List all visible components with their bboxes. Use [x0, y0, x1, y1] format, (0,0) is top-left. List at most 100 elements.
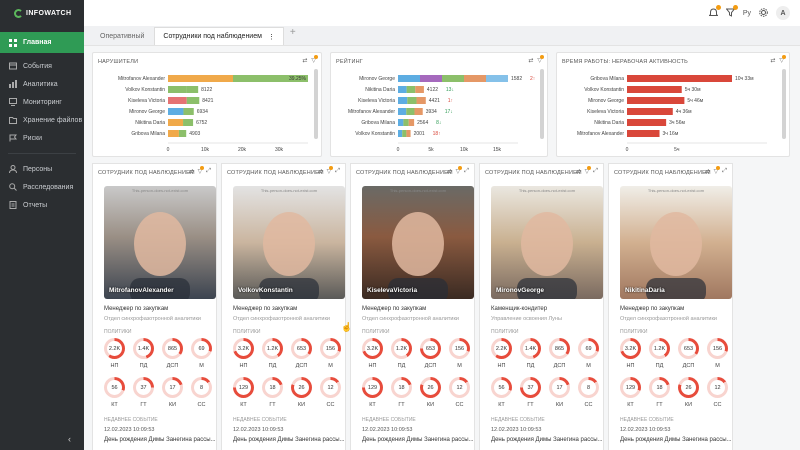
policy-ring[interactable]: 865: [162, 338, 183, 359]
employee-card[interactable]: СОТРУДНИК ПОД НАБЛЮДЕНИЕМ ⇄ ▽ ⤢ This-per…: [608, 163, 733, 450]
funnel-icon[interactable]: [725, 4, 738, 19]
policy-ring[interactable]: 1.4K: [520, 338, 541, 359]
policy-ring[interactable]: 8: [578, 377, 599, 398]
bar[interactable]: [627, 108, 673, 115]
employee-photo[interactable]: This-person-does-not-exist.com VolkovKon…: [233, 186, 345, 299]
bar[interactable]: [627, 86, 682, 93]
bar-segment[interactable]: [168, 97, 187, 104]
policy-ring[interactable]: 129: [233, 377, 254, 398]
bar-segment[interactable]: [416, 97, 426, 104]
policy-ring[interactable]: 17: [162, 377, 183, 398]
policy-ring[interactable]: 1.4K: [133, 338, 154, 359]
policy-ring[interactable]: 156: [320, 338, 341, 359]
recent-event-text[interactable]: День рождения Димы Занегина рассы...: [620, 437, 732, 443]
policy-ring[interactable]: 865: [549, 338, 570, 359]
policy-ring[interactable]: 26: [420, 377, 441, 398]
collapse-sidebar-button[interactable]: ‹: [68, 434, 71, 444]
policy-ring[interactable]: 2.2K: [104, 338, 125, 359]
policy-ring[interactable]: 17: [549, 377, 570, 398]
policy-ring[interactable]: 129: [620, 377, 641, 398]
recent-event-text[interactable]: День рождения Димы Занегина рассы...: [104, 437, 216, 443]
funnel-icon[interactable]: ▽: [198, 166, 205, 175]
expand-icon[interactable]: ⤢: [335, 168, 340, 175]
sidebar-item-home[interactable]: Главная: [0, 32, 84, 53]
policy-ring[interactable]: 18: [649, 377, 670, 398]
policy-ring[interactable]: 3.2K: [620, 338, 641, 359]
bar-segment[interactable]: [406, 86, 416, 93]
bar-segment[interactable]: [398, 130, 403, 137]
bar-segment[interactable]: [406, 108, 415, 115]
add-tab-button[interactable]: +: [286, 27, 300, 45]
employee-card[interactable]: СОТРУДНИК ПОД НАБЛЮДЕНИЕМ ⇄ ▽ ⤢ This-per…: [92, 163, 217, 450]
sidebar-item-persons[interactable]: Персоны: [0, 160, 84, 178]
bar-segment[interactable]: [398, 86, 407, 93]
policy-ring[interactable]: 1.2K: [649, 338, 670, 359]
expand-icon[interactable]: ⤢: [593, 168, 598, 175]
policy-ring[interactable]: 156: [449, 338, 470, 359]
policy-ring[interactable]: 26: [291, 377, 312, 398]
bar-segment[interactable]: [415, 86, 424, 93]
recent-event-text[interactable]: День рождения Димы Занегина рассы...: [362, 437, 474, 443]
policy-ring[interactable]: 8: [191, 377, 212, 398]
tab-menu-icon[interactable]: ⋮: [268, 33, 275, 41]
recent-event-text[interactable]: День рождения Димы Занегина рассы...: [491, 437, 603, 443]
policy-ring[interactable]: 69: [578, 338, 599, 359]
swap-icon[interactable]: ⇄: [189, 168, 194, 175]
bar-segment[interactable]: [398, 108, 407, 115]
sidebar-item-reports[interactable]: Отчеты: [0, 196, 84, 214]
sidebar-item-investigations[interactable]: Расследования: [0, 178, 84, 196]
swap-icon[interactable]: ⇄: [447, 168, 452, 175]
funnel-icon[interactable]: ▽: [327, 166, 334, 175]
employee-card[interactable]: СОТРУДНИК ПОД НАБЛЮДЕНИЕМ ⇄ ▽ ⤢ This-per…: [479, 163, 604, 450]
policy-ring[interactable]: 26: [678, 377, 699, 398]
policy-ring[interactable]: 3.2K: [233, 338, 254, 359]
policy-ring[interactable]: 56: [104, 377, 125, 398]
tab-operational[interactable]: Оперативный: [92, 27, 152, 45]
bar-segment[interactable]: [178, 130, 187, 137]
bar-segment[interactable]: [408, 119, 415, 126]
bar[interactable]: [627, 119, 667, 126]
policy-ring[interactable]: 12: [449, 377, 470, 398]
scrollbar[interactable]: [314, 69, 318, 139]
employee-card[interactable]: СОТРУДНИК ПОД НАБЛЮДЕНИЕМ ⇄ ▽ ⤢ This-per…: [350, 163, 475, 450]
bar-segment[interactable]: [168, 130, 179, 137]
bar-segment[interactable]: [486, 75, 508, 82]
tab-watched-employees[interactable]: Сотрудники под наблюдением ⋮: [154, 27, 284, 45]
bar-segment[interactable]: [186, 86, 199, 93]
employee-photo[interactable]: This-person-does-not-exist.com NikitinaD…: [620, 186, 732, 299]
policy-ring[interactable]: 18: [262, 377, 283, 398]
policy-ring[interactable]: 37: [520, 377, 541, 398]
sidebar-item-events[interactable]: События: [0, 57, 84, 75]
policy-ring[interactable]: 653: [678, 338, 699, 359]
expand-icon[interactable]: ⤢: [722, 168, 727, 175]
recent-event-text[interactable]: День рождения Димы Занегина рассы...: [233, 437, 345, 443]
policy-ring[interactable]: 2.2K: [491, 338, 512, 359]
policy-ring[interactable]: 56: [491, 377, 512, 398]
avatar[interactable]: A: [776, 6, 790, 20]
bar-segment[interactable]: [403, 119, 409, 126]
sidebar-item-storage[interactable]: Хранение файлов: [0, 111, 84, 129]
policy-ring[interactable]: 3.2K: [362, 338, 383, 359]
bar-segment[interactable]: [168, 86, 187, 93]
employee-card[interactable]: СОТРУДНИК ПОД НАБЛЮДЕНИЕМ ⇄ ▽ ⤢ This-per…: [221, 163, 346, 450]
scrollbar[interactable]: [540, 69, 544, 139]
bar-segment[interactable]: [398, 75, 420, 82]
funnel-icon[interactable]: ▽: [456, 166, 463, 175]
bell-icon[interactable]: [708, 4, 721, 19]
policy-ring[interactable]: 37: [133, 377, 154, 398]
policy-ring[interactable]: 129: [362, 377, 383, 398]
bar-segment[interactable]: [168, 119, 184, 126]
bar-segment[interactable]: [402, 130, 407, 137]
bar-segment[interactable]: [407, 97, 417, 104]
expand-icon[interactable]: ⤢: [206, 168, 211, 175]
gear-icon[interactable]: [759, 7, 768, 19]
employee-photo[interactable]: This-person-does-not-exist.com MironovGe…: [491, 186, 603, 299]
swap-icon[interactable]: ⇄: [705, 168, 710, 175]
sidebar-item-risks[interactable]: Риски: [0, 129, 84, 147]
bar-segment[interactable]: [420, 75, 442, 82]
bar-segment[interactable]: [186, 97, 200, 104]
bar-segment[interactable]: [406, 130, 411, 137]
bar-segment[interactable]: [183, 108, 194, 115]
bar-segment[interactable]: [398, 97, 408, 104]
employee-photo[interactable]: This-person-does-not-exist.com KiselevaV…: [362, 186, 474, 299]
